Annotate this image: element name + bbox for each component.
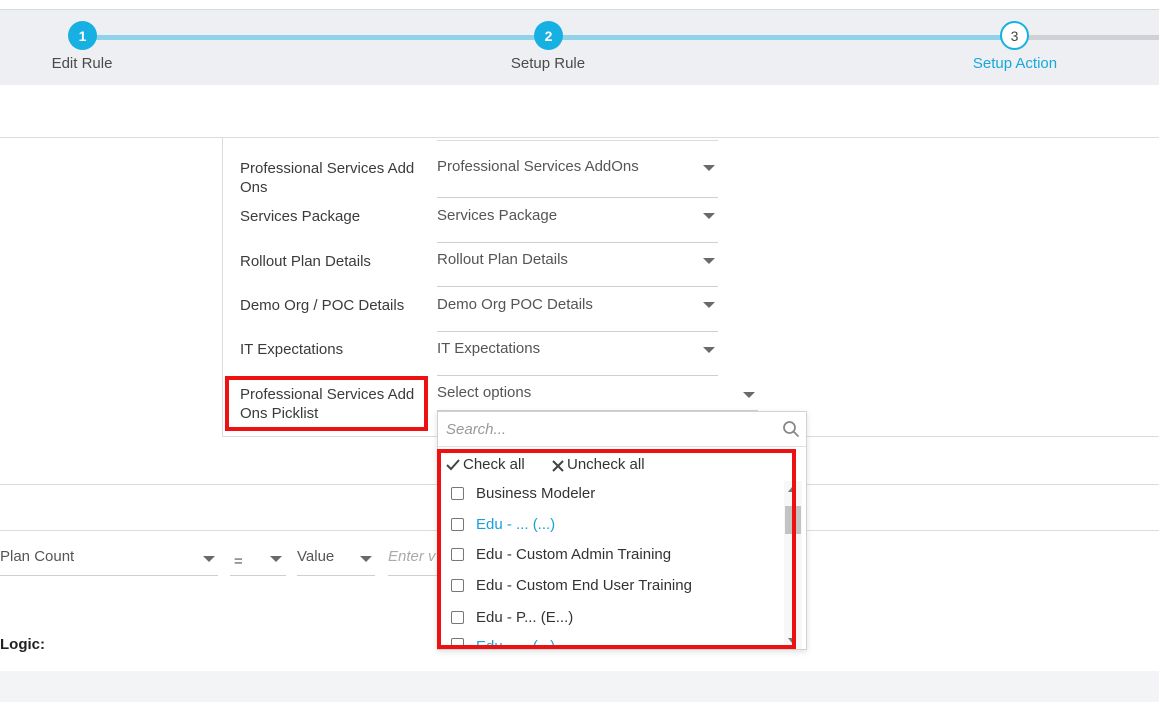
condition-value-underline <box>388 575 437 576</box>
multiselect-ps-addons-picklist[interactable]: Select options <box>437 384 758 411</box>
condition-value-placeholder: Enter v <box>388 548 436 565</box>
select-placeholder: Select options <box>437 384 532 401</box>
panel-left-border <box>222 137 223 437</box>
search-icon[interactable] <box>782 420 800 438</box>
select-value: Demo Org POC Details <box>437 296 593 313</box>
select-ps-addons[interactable]: Professional Services AddOns <box>437 158 718 198</box>
condition-operator-select[interactable]: = <box>234 553 243 570</box>
stepper-track-pending <box>1015 35 1159 40</box>
select-demo-org[interactable]: Demo Org POC Details <box>437 296 718 332</box>
condition-value-input[interactable]: Enter v <box>388 548 436 565</box>
highlight-box <box>437 449 796 649</box>
field-label-demo-org: Demo Org / POC Details <box>240 297 405 314</box>
select-rollout-plan[interactable]: Rollout Plan Details <box>437 251 718 287</box>
section-divider <box>0 137 1159 138</box>
condition-operator-underline <box>230 575 286 576</box>
search-input[interactable]: Search... <box>438 412 806 447</box>
step-2-circle[interactable]: 2 <box>534 21 563 50</box>
select-services-package[interactable]: Services Package <box>437 207 718 243</box>
field-label-rollout-plan: Rollout Plan Details <box>240 253 371 270</box>
chevron-down-icon <box>270 556 282 562</box>
progress-stepper: 1 Edit Rule 2 Setup Rule 3 Setup Action <box>0 9 1159 85</box>
chevron-down-icon <box>703 258 715 264</box>
condition-operator-value: = <box>234 553 243 570</box>
step-2-label[interactable]: Setup Rule <box>511 55 585 72</box>
footer-bar <box>0 671 1159 702</box>
select-value: Professional Services AddOns <box>437 158 639 175</box>
step-1-label[interactable]: Edit Rule <box>52 55 113 72</box>
logic-label: Logic: <box>0 636 45 653</box>
select-value: Services Package <box>437 207 558 224</box>
step-3-label[interactable]: Setup Action <box>973 55 1057 72</box>
select-value: Rollout Plan Details <box>437 251 568 268</box>
field-label-ps-addons: Professional Services Add Ons <box>240 160 415 196</box>
chevron-down-icon <box>703 302 715 308</box>
field-label-services-package: Services Package <box>240 208 361 225</box>
step-3-circle[interactable]: 3 <box>1000 21 1029 50</box>
field-label-it-expectations: IT Expectations <box>240 341 344 358</box>
chevron-down-icon <box>703 213 715 219</box>
condition-field-value: Plan Count <box>0 548 75 565</box>
highlight-box <box>225 376 428 431</box>
condition-field-underline <box>0 575 218 576</box>
field-top-line <box>437 140 718 141</box>
chevron-down-icon <box>703 165 715 171</box>
condition-value-type-underline <box>297 575 375 576</box>
select-it-expectations[interactable]: IT Expectations <box>437 340 718 376</box>
condition-value-type-value: Value <box>297 548 335 565</box>
chevron-down-icon <box>360 556 372 562</box>
search-placeholder: Search... <box>446 421 507 438</box>
select-value: IT Expectations <box>437 340 541 357</box>
chevron-down-icon <box>703 347 715 353</box>
chevron-down-icon <box>743 392 755 398</box>
step-1-circle[interactable]: 1 <box>68 21 97 50</box>
condition-value-type-select[interactable]: Value <box>297 548 334 565</box>
chevron-down-icon <box>203 556 215 562</box>
condition-field-select[interactable]: Plan Count <box>0 548 74 565</box>
